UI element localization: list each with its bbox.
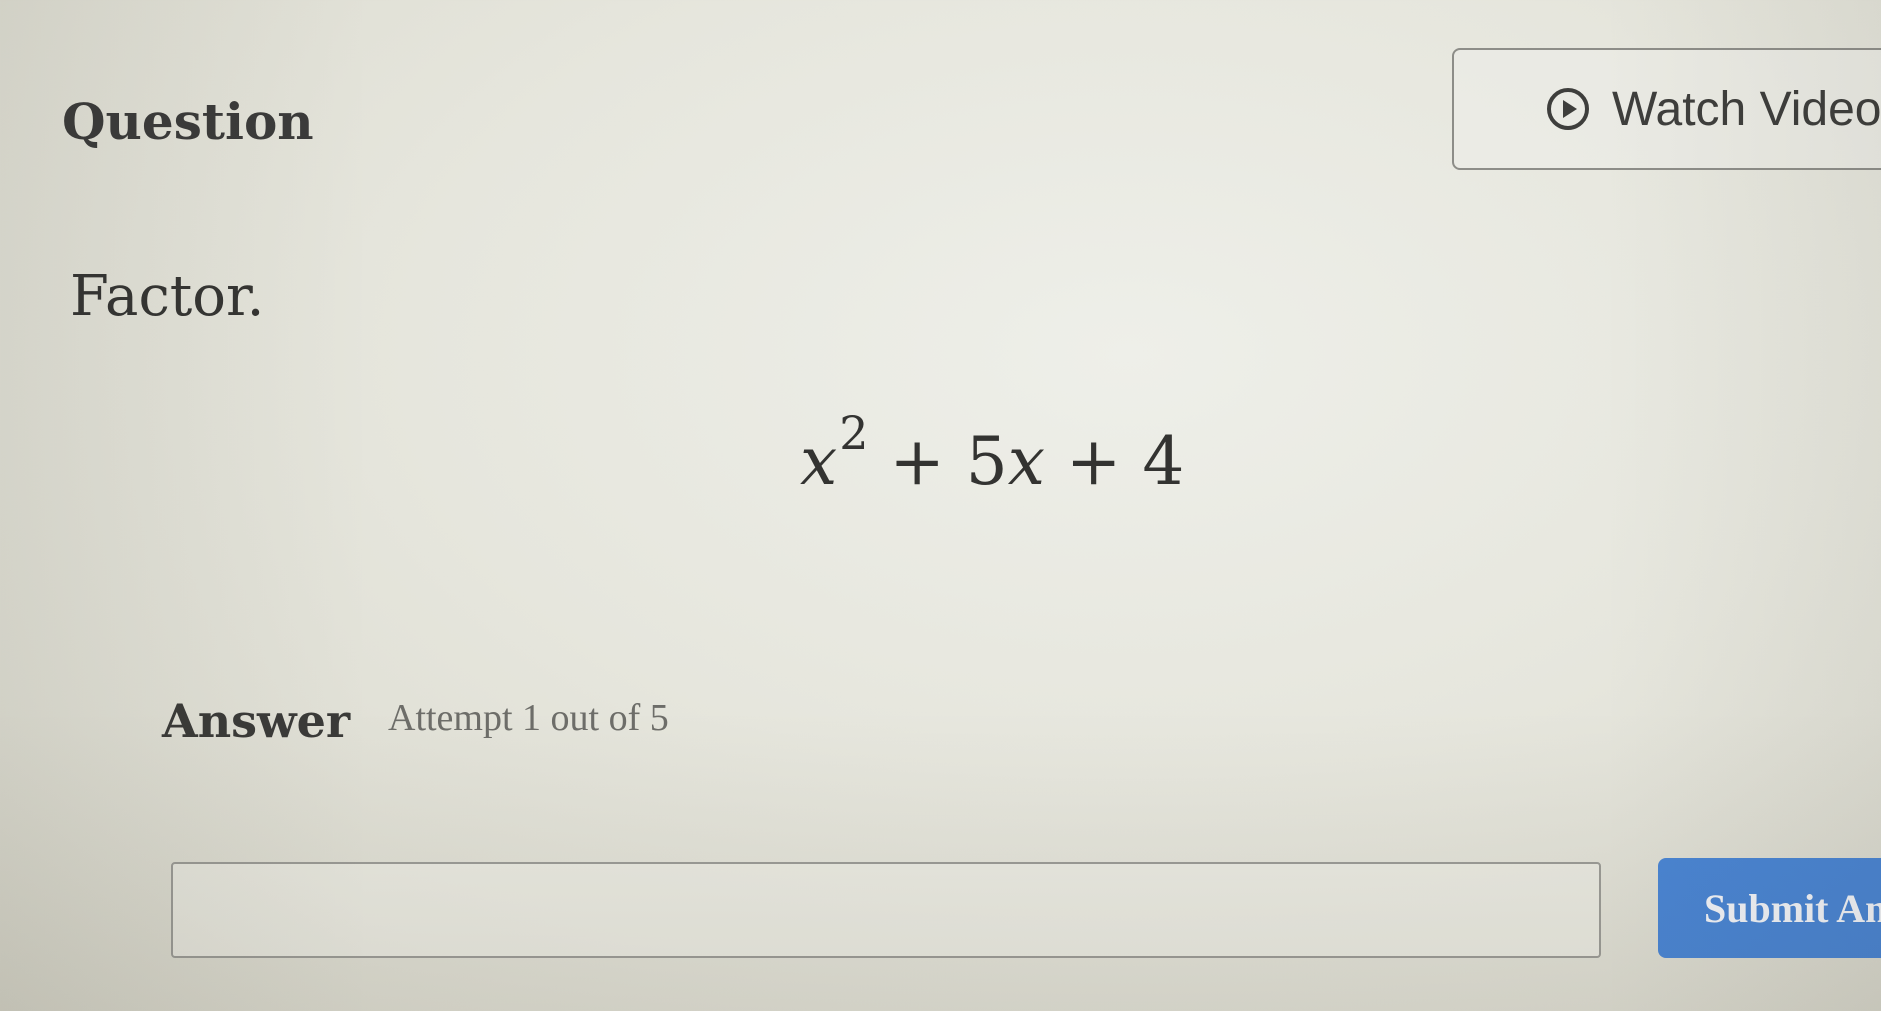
expression-variable: x: [1007, 423, 1046, 500]
question-instruction: Factor.: [70, 264, 265, 329]
expression-variable: x: [800, 423, 838, 500]
answer-input[interactable]: [171, 862, 1601, 958]
expression-operator: +: [1066, 423, 1122, 500]
expression-exponent: 2: [839, 406, 869, 460]
expression-operator: +: [889, 423, 945, 500]
watch-video-button[interactable]: Watch Video: [1452, 48, 1881, 170]
expression-constant: 4: [1142, 423, 1185, 500]
answer-heading: Answer: [162, 694, 351, 748]
question-page: Question Watch Video Factor. x2 + 5x + 4…: [0, 0, 1881, 1011]
play-circle-icon: [1546, 87, 1590, 131]
question-heading: Question: [62, 92, 314, 151]
submit-answer-button[interactable]: Submit Answer: [1658, 858, 1881, 958]
watch-video-label: Watch Video: [1612, 82, 1881, 136]
attempt-counter: Attempt 1 out of 5: [388, 697, 669, 739]
math-expression: x2 + 5x + 4: [800, 406, 1185, 500]
expression-coefficient: 5: [965, 423, 1008, 500]
